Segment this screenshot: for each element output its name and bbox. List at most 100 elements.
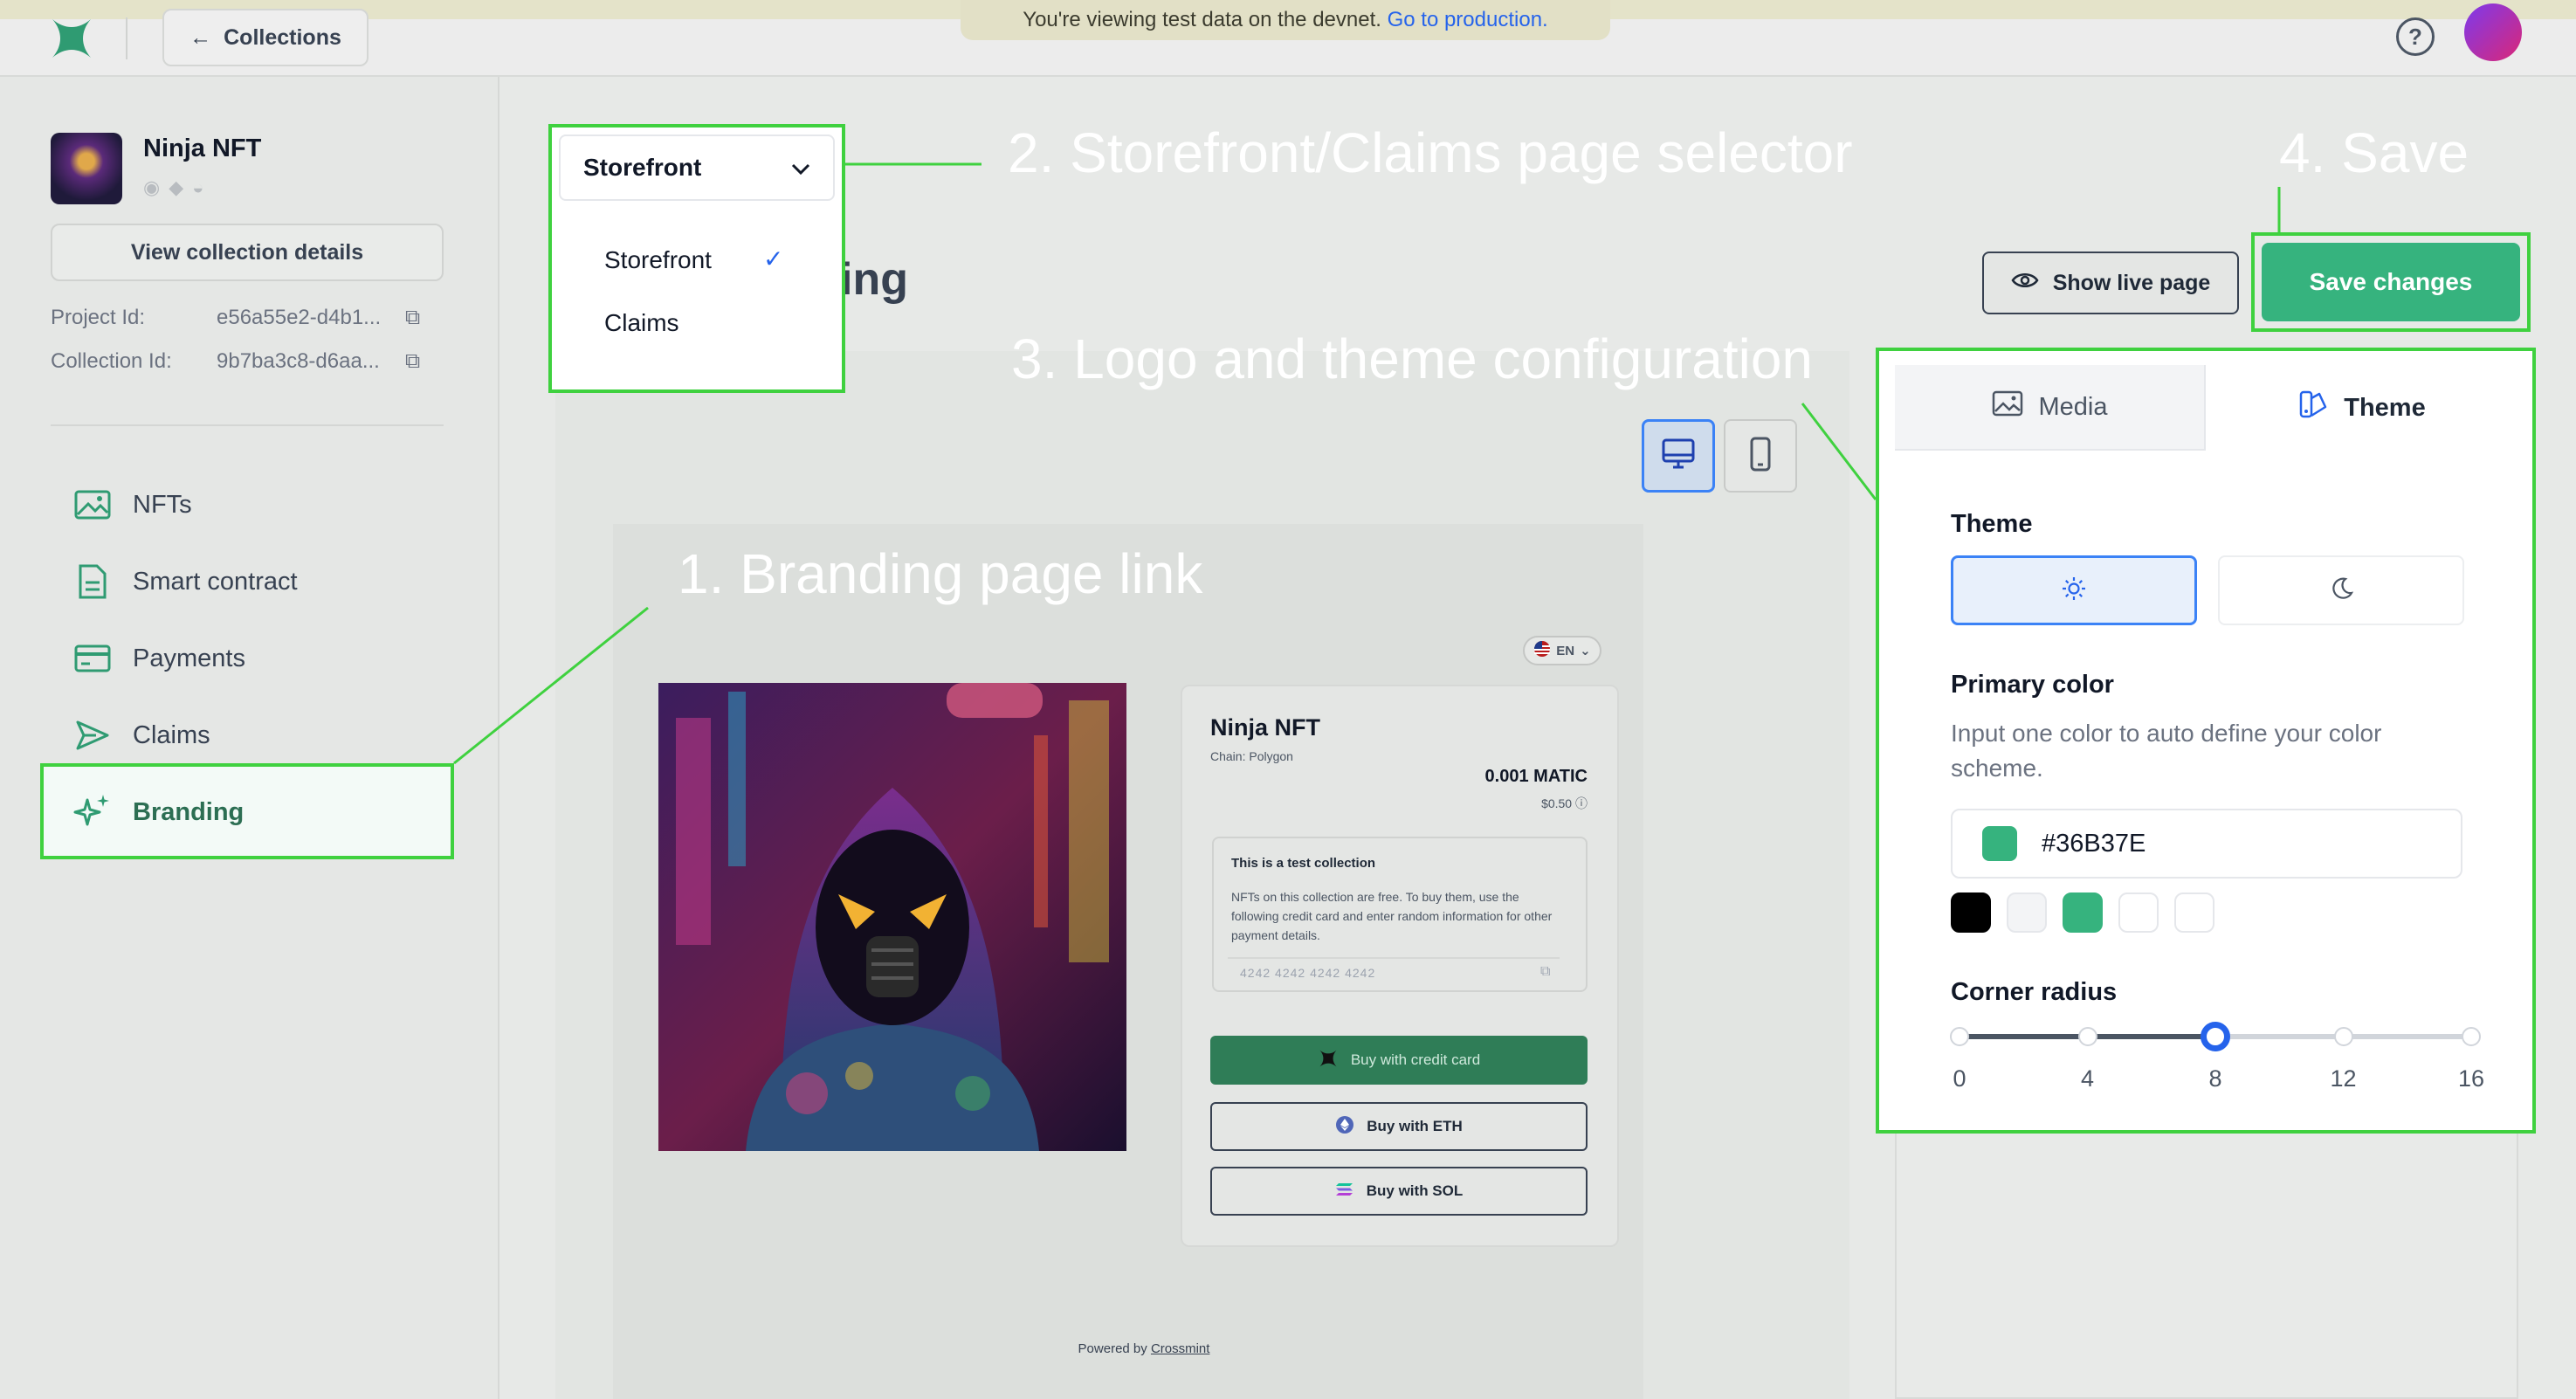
slider-tick[interactable] xyxy=(2333,1027,2353,1046)
slider-tick[interactable] xyxy=(1950,1027,1969,1046)
palette-icon xyxy=(2298,389,2328,426)
sidebar-item-smart-contract[interactable]: Smart contract xyxy=(73,555,298,608)
slider-tick-label: 4 xyxy=(2080,1065,2095,1092)
buy-with-credit-card-button[interactable]: Buy with credit card xyxy=(1210,1036,1588,1085)
collection-id-label: Collection Id: xyxy=(51,349,172,373)
tab-media[interactable]: Media xyxy=(1895,365,2206,451)
crossmint-link[interactable]: Crossmint xyxy=(1151,1341,1210,1356)
sidebar-item-label: Branding xyxy=(133,797,245,826)
corner-radius-slider-thumb[interactable] xyxy=(2201,1022,2230,1051)
color-preset-white-2[interactable] xyxy=(2174,892,2214,933)
slider-tick[interactable] xyxy=(2462,1027,2481,1046)
preview-chain: Chain: Polygon xyxy=(1210,749,1293,763)
annotation-logo-theme: 3. Logo and theme configuration xyxy=(1011,327,1813,390)
buy-with-eth-button[interactable]: Buy with ETH xyxy=(1210,1102,1588,1151)
annotation-save: 4. Save xyxy=(2279,121,2469,184)
show-live-label: Show live page xyxy=(2052,270,2211,295)
solana-icon xyxy=(1335,1182,1354,1202)
slider-tick-label: 8 xyxy=(2208,1065,2222,1092)
twitter-icon[interactable]: ◆ xyxy=(169,176,192,198)
devnet-banner: You're viewing test data on the devnet. … xyxy=(961,0,1610,40)
help-icon[interactable]: ? xyxy=(2396,17,2435,56)
user-avatar[interactable] xyxy=(2464,3,2522,61)
sparkles-icon xyxy=(73,793,112,831)
view-collection-details-button[interactable]: View collection details xyxy=(51,224,444,281)
info-icon: ⓘ xyxy=(1575,796,1588,810)
sidebar-item-nfts[interactable]: NFTs xyxy=(73,479,192,531)
price-usd-value: $0.50 xyxy=(1541,796,1573,810)
save-changes-button[interactable]: Save changes xyxy=(2262,243,2520,321)
powered-by: Powered by Crossmint xyxy=(1030,1341,1257,1356)
color-preset-white[interactable] xyxy=(2118,892,2159,933)
send-icon xyxy=(73,716,112,755)
test-notice-body: NFTs on this collection are free. To buy… xyxy=(1231,890,1553,942)
test-card-number: 4242 4242 4242 4242 xyxy=(1240,966,1376,980)
credit-card-icon xyxy=(73,639,112,678)
us-flag-icon xyxy=(1533,640,1551,661)
image-icon xyxy=(1992,390,2023,424)
copy-collection-id-icon[interactable]: ⧉ xyxy=(405,349,420,374)
light-theme-option[interactable] xyxy=(1951,555,2197,625)
eye-icon xyxy=(2011,271,2039,296)
sun-icon xyxy=(2061,575,2087,606)
page-selector-menu xyxy=(559,210,835,384)
preview-collection-name: Ninja NFT xyxy=(1210,714,1320,741)
slider-tick[interactable] xyxy=(2077,1027,2097,1046)
buy-with-sol-button[interactable]: Buy with SOL xyxy=(1210,1167,1588,1216)
tab-theme[interactable]: Theme xyxy=(2206,365,2518,451)
nft-image xyxy=(658,683,1126,1151)
buy-sol-label: Buy with SOL xyxy=(1366,1182,1464,1199)
sidebar-item-label: Smart contract xyxy=(133,567,298,596)
mobile-preview-toggle[interactable] xyxy=(1724,419,1797,493)
test-notice-title: This is a test collection xyxy=(1231,856,1376,871)
sidebar-item-claims[interactable]: Claims xyxy=(73,709,210,762)
sidebar-divider xyxy=(51,424,444,426)
powered-by-prefix: Powered by xyxy=(1078,1341,1147,1356)
color-swatch[interactable] xyxy=(1982,826,2017,861)
dark-theme-option[interactable] xyxy=(2218,555,2464,625)
show-live-page-button[interactable]: Show live page xyxy=(1982,252,2239,314)
copy-card-icon[interactable]: ⧉ xyxy=(1540,964,1550,980)
annotation-branding-link: 1. Branding page link xyxy=(678,542,1203,605)
sidebar-item-label: Payments xyxy=(133,644,245,672)
page-option-claims[interactable]: Claims xyxy=(604,309,679,337)
project-id-label: Project Id: xyxy=(51,306,146,329)
go-to-production-link[interactable]: Go to production. xyxy=(1388,8,1548,31)
color-preset-black[interactable] xyxy=(1951,892,1991,933)
color-preset-light-gray[interactable] xyxy=(2007,892,2047,933)
chevron-down-icon xyxy=(791,154,810,182)
primary-color-input[interactable]: #36B37E xyxy=(1951,809,2462,879)
sidebar-item-branding[interactable]: Branding xyxy=(73,786,244,838)
monitor-icon xyxy=(1661,438,1696,475)
preview-price: 0.001 MATIC xyxy=(1484,767,1588,786)
primary-color-label: Primary color xyxy=(1951,671,2114,699)
devnet-banner-text: You're viewing test data on the devnet. xyxy=(1023,8,1381,31)
color-preset-green[interactable] xyxy=(2063,892,2103,933)
file-icon xyxy=(73,562,112,601)
sidebar-item-payments[interactable]: Payments xyxy=(73,632,245,685)
page-selector-dropdown[interactable]: Storefront xyxy=(559,134,835,201)
discord-icon[interactable]: ◒ xyxy=(192,176,212,198)
annotation-page-selector: 2. Storefront/Claims page selector xyxy=(1008,121,1853,184)
buy-eth-label: Buy with ETH xyxy=(1367,1118,1463,1134)
copy-project-id-icon[interactable]: ⧉ xyxy=(405,306,420,330)
smartphone-icon xyxy=(1749,436,1772,477)
corner-radius-label: Corner radius xyxy=(1951,978,2118,1006)
collection-social-icons: ◉◆◒ xyxy=(143,176,212,199)
topbar-divider xyxy=(126,17,127,59)
slider-tick-label: 12 xyxy=(2330,1065,2357,1092)
buy-cc-label: Buy with credit card xyxy=(1350,1051,1481,1068)
preview-price-usd: $0.50 ⓘ xyxy=(1362,795,1588,812)
crossmint-logo-icon[interactable] xyxy=(47,14,96,63)
project-id-value: e56a55e2-d4b1... xyxy=(217,306,382,329)
back-to-collections-button[interactable]: ← Collections xyxy=(162,9,368,66)
globe-icon[interactable]: ◉ xyxy=(143,176,169,198)
primary-color-value: #36B37E xyxy=(2042,829,2146,858)
back-label: Collections xyxy=(224,24,341,50)
page-option-storefront[interactable]: Storefront xyxy=(604,246,712,274)
collection-id-value: 9b7ba3c8-d6aa... xyxy=(217,349,380,373)
desktop-preview-toggle[interactable] xyxy=(1642,419,1715,493)
slider-tick-label: 16 xyxy=(2457,1065,2485,1092)
check-icon: ✓ xyxy=(763,245,784,272)
language-selector[interactable]: EN ⌄ xyxy=(1523,636,1601,665)
